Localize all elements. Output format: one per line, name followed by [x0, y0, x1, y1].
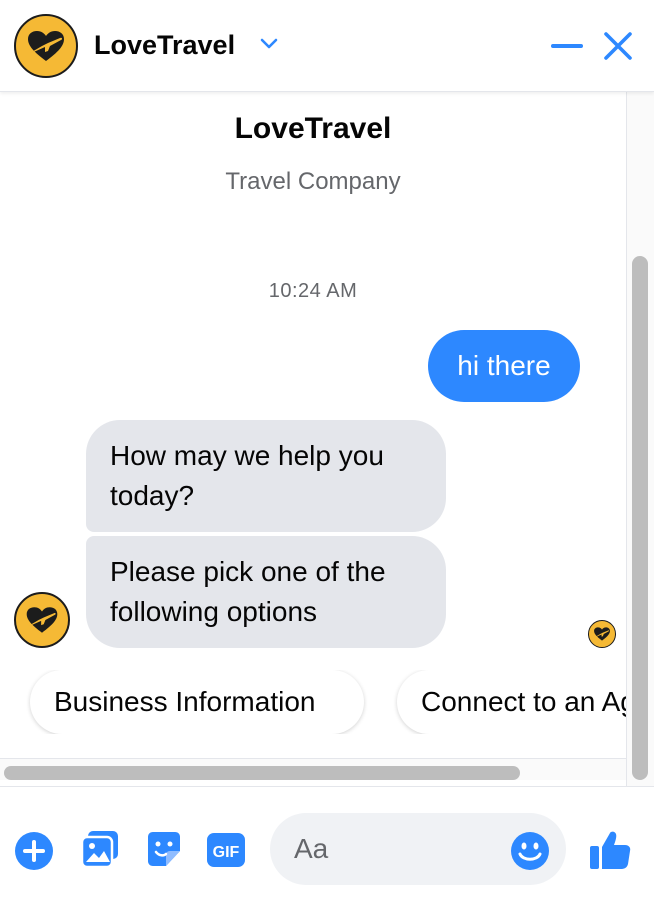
quick-reply-business-information[interactable]: Business Information [30, 670, 364, 734]
sticker-icon[interactable] [144, 829, 184, 869]
close-icon[interactable] [602, 30, 634, 62]
photo-icon[interactable] [80, 829, 120, 869]
message-timestamp: 10:24 AM [268, 280, 358, 302]
thumbs-up-icon[interactable] [588, 829, 632, 871]
seen-indicator-avatar [588, 620, 616, 648]
minimize-icon[interactable] [551, 44, 583, 48]
heart-plane-logo-icon [26, 607, 58, 633]
svg-text:GIF: GIF [213, 844, 240, 861]
quick-replies: Business Information Connect to an Agent [0, 670, 626, 734]
incoming-message[interactable]: How may we help you today? [86, 420, 446, 532]
heart-plane-logo-icon [28, 31, 64, 61]
outgoing-message[interactable]: hi there [428, 330, 580, 402]
chat-header: LoveTravel [0, 0, 654, 92]
add-icon[interactable] [14, 831, 54, 871]
quick-reply-connect-agent[interactable]: Connect to an Agent [397, 670, 626, 734]
profile-name: LoveTravel [234, 112, 392, 145]
page-avatar[interactable] [14, 14, 78, 78]
chat-title[interactable]: LoveTravel [94, 30, 235, 61]
vertical-scrollbar-thumb[interactable] [632, 256, 648, 780]
incoming-message[interactable]: Please pick one of the following options [86, 536, 446, 648]
profile-subtitle: Travel Company [225, 168, 401, 195]
message-composer: GIF [0, 786, 654, 906]
emoji-icon[interactable] [510, 831, 550, 871]
sender-avatar [14, 592, 70, 648]
gif-icon[interactable]: GIF [206, 831, 246, 869]
chevron-down-icon[interactable] [259, 37, 279, 51]
conversation-area[interactable]: LoveTravel Travel Company 10:24 AM hi th… [0, 92, 626, 780]
heart-plane-logo-icon [594, 627, 610, 641]
horizontal-scrollbar-thumb[interactable] [4, 766, 520, 780]
